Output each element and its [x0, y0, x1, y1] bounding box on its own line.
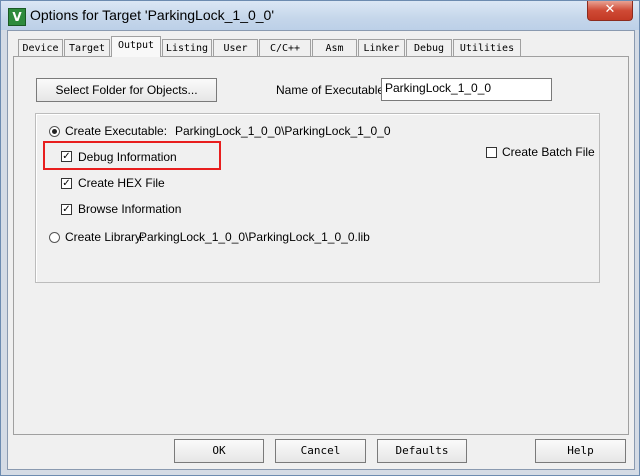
tab-asm[interactable]: Asm	[312, 39, 357, 56]
browse-information-checkbox[interactable]: ✓	[61, 204, 72, 215]
create-library-radio[interactable]	[49, 232, 60, 243]
output-options-group	[35, 113, 600, 283]
tab-target[interactable]: Target	[64, 39, 110, 56]
tab-linker[interactable]: Linker	[358, 39, 405, 56]
create-batch-file-checkbox[interactable]	[486, 147, 497, 158]
create-executable-radio[interactable]	[49, 126, 60, 137]
tab-output[interactable]: Output	[111, 36, 161, 57]
name-of-executable-label: Name of Executable:	[276, 83, 388, 97]
create-library-label[interactable]: Create Library:	[65, 230, 144, 244]
tab-listing[interactable]: Listing	[162, 39, 212, 56]
close-button[interactable]: ✕	[587, 1, 633, 21]
create-executable-label[interactable]: Create Executable:	[65, 124, 167, 138]
title-bar[interactable]: V Options for Target 'ParkingLock_1_0_0'…	[1, 1, 639, 30]
executable-name-field[interactable]: ParkingLock_1_0_0	[381, 78, 552, 101]
defaults-button[interactable]: Defaults	[377, 439, 467, 463]
keil-app-icon: V	[8, 8, 26, 26]
tab-cc[interactable]: C/C++	[259, 39, 311, 56]
create-library-path: ParkingLock_1_0_0\ParkingLock_1_0_0.lib	[139, 230, 370, 244]
create-hex-checkbox[interactable]: ✓	[61, 178, 72, 189]
ok-button[interactable]: OK	[174, 439, 264, 463]
window-title: Options for Target 'ParkingLock_1_0_0'	[30, 7, 275, 23]
tab-device[interactable]: Device	[18, 39, 63, 56]
tab-debug[interactable]: Debug	[406, 39, 452, 56]
help-button[interactable]: Help	[535, 439, 626, 463]
tab-user[interactable]: User	[213, 39, 258, 56]
select-folder-button[interactable]: Select Folder for Objects...	[36, 78, 217, 102]
options-dialog-window: V Options for Target 'ParkingLock_1_0_0'…	[0, 0, 640, 476]
tab-utilities[interactable]: Utilities	[453, 39, 521, 56]
cancel-button[interactable]: Cancel	[275, 439, 366, 463]
create-batch-file-label[interactable]: Create Batch File	[502, 145, 595, 159]
create-executable-path: ParkingLock_1_0_0\ParkingLock_1_0_0	[175, 124, 391, 138]
debug-information-highlight-box	[43, 141, 221, 170]
browse-information-label[interactable]: Browse Information	[78, 202, 181, 216]
create-hex-label[interactable]: Create HEX File	[78, 176, 165, 190]
dialog-body: Device Target Output Listing User C/C++ …	[7, 30, 635, 470]
